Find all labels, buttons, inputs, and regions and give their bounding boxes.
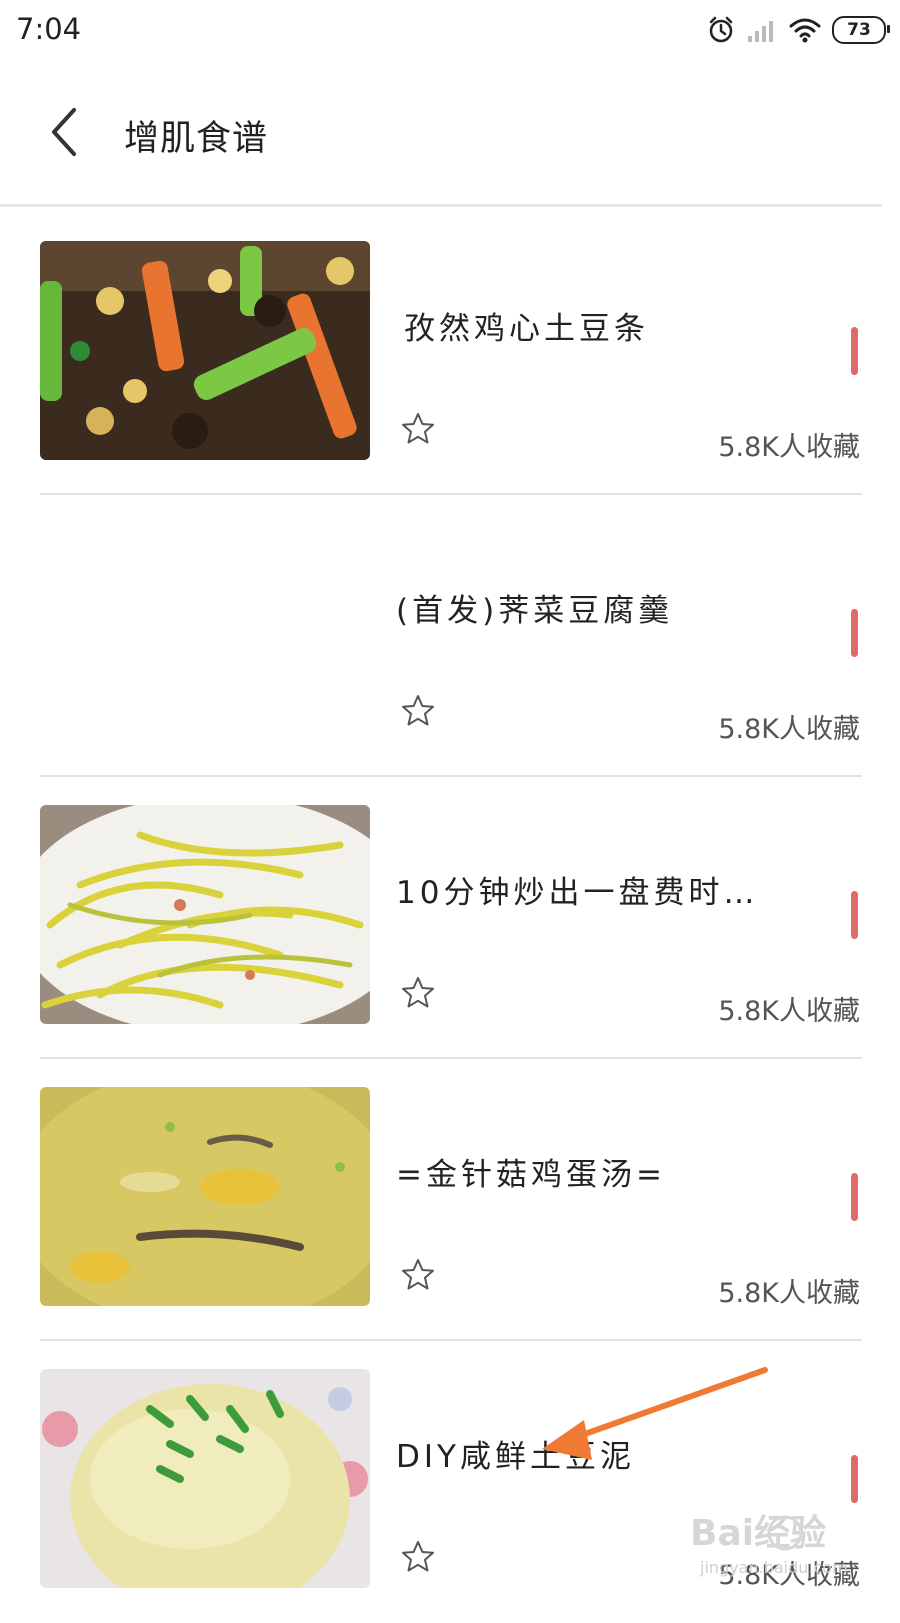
recipe-thumbnail[interactable] — [40, 805, 370, 1024]
recipe-thumbnail[interactable] — [40, 241, 370, 460]
signal-icon — [748, 21, 773, 42]
recipe-title[interactable]: (首发)荠菜豆腐羹 — [396, 585, 673, 630]
favorite-count: 5.8K人收藏 — [718, 432, 860, 463]
app-header: 增肌食谱 — [0, 62, 900, 204]
watermark-text: Bai经验 — [690, 1513, 826, 1554]
baidu-watermark-logo: Bai经验 — [690, 1513, 826, 1554]
status-time: 7:04 — [16, 12, 82, 46]
battery-icon: 73 — [832, 16, 890, 44]
battery-level: 73 — [847, 20, 871, 40]
accent-bar — [851, 1173, 858, 1221]
star-icon[interactable] — [400, 411, 436, 447]
recipe-item[interactable]: (首发)荠菜豆腐羹 5.8K人收藏 — [0, 489, 900, 777]
recipe-item[interactable]: 10分钟炒出一盘费时… 5.8K人收藏 — [0, 771, 900, 1059]
star-icon[interactable] — [400, 1539, 436, 1575]
accent-bar — [851, 609, 858, 657]
star-icon[interactable] — [400, 693, 436, 729]
status-bar: 7:04 73 — [0, 0, 900, 62]
watermark-subtext: jingyan.baidu.com — [700, 1558, 848, 1577]
recipe-thumbnail[interactable] — [40, 523, 370, 742]
recipe-item[interactable]: 孜然鸡心土豆条 5.8K人收藏 — [0, 207, 900, 495]
recipe-thumbnail[interactable] — [40, 1369, 370, 1588]
page-title: 增肌食谱 — [124, 119, 269, 159]
recipe-thumbnail[interactable] — [40, 1087, 370, 1306]
favorite-count: 5.8K人收藏 — [718, 714, 860, 745]
recipe-title[interactable]: =金针菇鸡蛋汤= — [396, 1149, 666, 1194]
favorite-count: 5.8K人收藏 — [718, 1278, 860, 1309]
recipe-title[interactable]: 孜然鸡心土豆条 — [404, 303, 649, 348]
chevron-left-icon[interactable] — [40, 102, 100, 162]
alarm-icon — [709, 16, 733, 43]
recipe-title[interactable]: 10分钟炒出一盘费时… — [396, 867, 758, 912]
accent-bar — [851, 327, 858, 375]
status-icons: 73 — [706, 12, 890, 48]
star-icon[interactable] — [400, 1257, 436, 1293]
wifi-icon — [789, 18, 821, 43]
accent-bar — [851, 891, 858, 939]
recipe-title[interactable]: DIY咸鲜土豆泥 — [396, 1431, 635, 1476]
favorite-count: 5.8K人收藏 — [718, 996, 860, 1027]
recipe-item[interactable]: =金针菇鸡蛋汤= 5.8K人收藏 — [0, 1053, 900, 1341]
star-icon[interactable] — [400, 975, 436, 1011]
